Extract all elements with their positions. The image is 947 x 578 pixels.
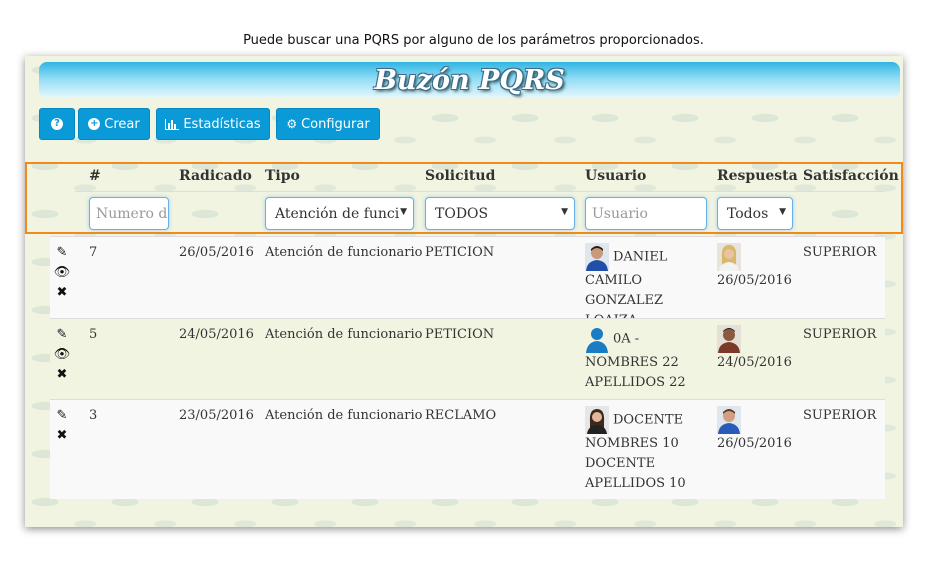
pqrs-panel: Buzón PQRS ? + Crear Estadísticas ⚙ Conf…	[25, 56, 903, 527]
page-caption: Puede buscar una PQRS por alguno de los …	[243, 33, 704, 48]
configure-button-label: Configurar	[301, 116, 370, 132]
plus-circle-icon: +	[88, 118, 101, 130]
column-header-usuario: Usuario	[585, 168, 647, 184]
number-filter-input[interactable]: Numero d	[89, 197, 169, 230]
respuesta-filter-select[interactable]: Todos ▼	[717, 197, 793, 230]
row-respuesta: 26/05/2016	[717, 406, 792, 454]
gear-icon: ⚙	[286, 117, 298, 131]
row-number: 3	[89, 408, 98, 423]
statistics-button-label: Estadísticas	[183, 116, 261, 132]
column-header-radicado: Radicado	[179, 168, 252, 184]
delete-icon[interactable]: ✖	[57, 285, 68, 301]
create-button[interactable]: + Crear	[78, 108, 150, 140]
column-header-satisfaccion: Satisfacción	[803, 168, 899, 184]
row-respuesta: 26/05/2016	[717, 243, 792, 291]
tipo-filter-select[interactable]: Atención de funci ▼	[265, 197, 414, 230]
row-satisfaccion: SUPERIOR	[803, 408, 877, 423]
row-actions: ✎ 👁 ✖	[54, 327, 71, 383]
edit-icon[interactable]: ✎	[57, 327, 68, 343]
table-row: ✎ ✖ 3 23/05/2016 Atención de funcionario…	[50, 399, 885, 499]
column-header-respuesta: Respuesta	[717, 168, 798, 184]
chevron-down-icon: ▼	[400, 207, 407, 217]
question-icon: ?	[51, 118, 63, 130]
row-radicado: 26/05/2016	[179, 245, 254, 260]
row-number: 7	[89, 245, 98, 260]
row-satisfaccion: SUPERIOR	[803, 327, 877, 342]
statistics-button[interactable]: Estadísticas	[156, 108, 270, 140]
row-tipo: Atención de funcionario	[265, 327, 423, 342]
row-tipo: Atención de funcionario	[265, 245, 423, 260]
view-icon[interactable]: 👁	[54, 265, 71, 281]
row-number: 5	[89, 327, 98, 342]
row-usuario: DOCENTE NOMBRES 10 DOCENTE APELLIDOS 10	[585, 406, 715, 494]
row-solicitud: PETICION	[425, 327, 495, 342]
header-divider	[75, 191, 885, 192]
edit-icon[interactable]: ✎	[57, 245, 68, 261]
tipo-filter-value: Atención de funci	[275, 205, 400, 222]
row-radicado: 23/05/2016	[179, 408, 254, 423]
responder-photo-avatar	[717, 243, 741, 271]
column-header-tipo: Tipo	[265, 168, 300, 184]
row-tipo: Atención de funcionario	[265, 408, 423, 423]
row-usuario: 0A - NOMBRES 22 APELLIDOS 22	[585, 325, 715, 393]
bar-chart-icon	[165, 119, 180, 130]
column-header-solicitud: Solicitud	[425, 168, 496, 184]
respuesta-filter-value: Todos	[727, 205, 769, 222]
user-placeholder-icon	[586, 328, 608, 353]
row-respuesta: 24/05/2016	[717, 325, 792, 373]
row-solicitud: PETICION	[425, 245, 495, 260]
row-actions: ✎ ✖	[54, 408, 70, 444]
edit-icon[interactable]: ✎	[57, 408, 68, 424]
title-bar: Buzón PQRS	[39, 62, 900, 98]
help-button[interactable]: ?	[39, 108, 75, 140]
row-solicitud: RECLAMO	[425, 408, 497, 423]
responder-photo-avatar	[717, 325, 741, 353]
solicitud-filter-select[interactable]: TODOS ▼	[425, 197, 575, 230]
user-photo-avatar	[585, 243, 609, 271]
delete-icon[interactable]: ✖	[57, 428, 68, 444]
usuario-filter-input[interactable]: Usuario	[585, 197, 707, 230]
column-header-number: #	[89, 168, 101, 184]
solicitud-filter-value: TODOS	[435, 205, 489, 222]
row-satisfaccion: SUPERIOR	[803, 245, 877, 260]
user-photo-avatar	[585, 406, 609, 434]
view-icon[interactable]: 👁	[54, 347, 71, 363]
responder-photo-avatar	[717, 406, 741, 434]
row-radicado: 24/05/2016	[179, 327, 254, 342]
row-actions: ✎ 👁 ✖	[54, 245, 71, 301]
create-button-label: Crear	[104, 116, 140, 132]
configure-button[interactable]: ⚙ Configurar	[276, 108, 380, 140]
chevron-down-icon: ▼	[561, 207, 568, 217]
page-title: Buzón PQRS	[374, 64, 565, 96]
chevron-down-icon: ▼	[779, 207, 786, 217]
table-row: ✎ 👁 ✖ 7 26/05/2016 Atención de funcionar…	[50, 236, 885, 328]
delete-icon[interactable]: ✖	[57, 367, 68, 383]
table-row: ✎ 👁 ✖ 5 24/05/2016 Atención de funcionar…	[50, 318, 885, 399]
